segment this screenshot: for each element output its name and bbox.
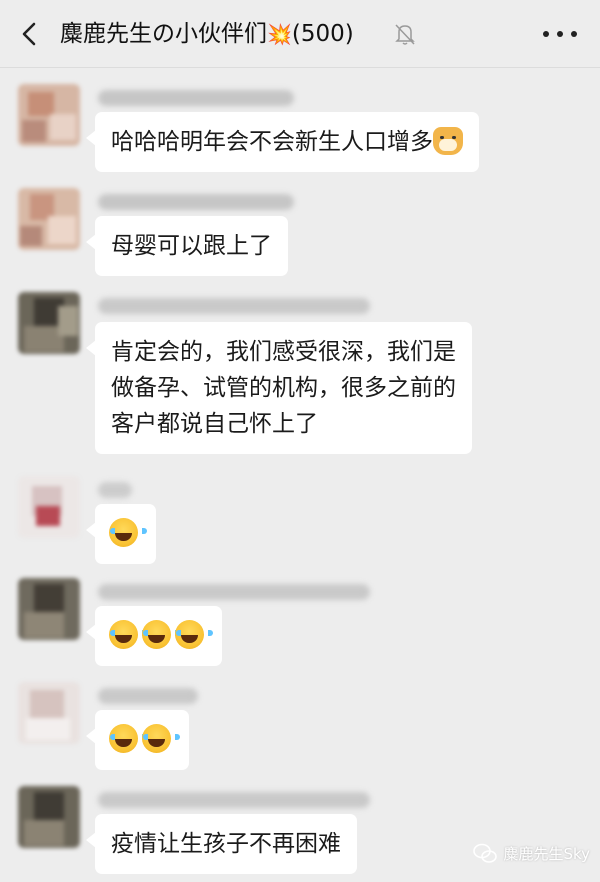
message-bubble[interactable]: 肯定会的，我们感受很深，我们是 做备孕、试管的机构，很多之前的 客户都说自己怀上… [86, 322, 472, 454]
wechat-icon [473, 843, 498, 863]
watermark-text: 麋鹿先生Sky [503, 845, 590, 863]
message-line: 客户都说自己怀上了 [111, 411, 318, 437]
laugh-cry-icon [109, 724, 147, 753]
explosion-emoji: 💥 [267, 22, 292, 46]
avatar[interactable] [18, 476, 80, 538]
avatar[interactable] [18, 682, 80, 744]
sender-name [98, 584, 370, 600]
avatar[interactable] [18, 292, 80, 354]
message-bubble[interactable] [86, 606, 222, 666]
avatar[interactable] [18, 188, 80, 250]
group-name: 麋鹿先生の小伙伴们 [60, 21, 267, 47]
laugh-cry-icon [142, 620, 180, 649]
sender-name [98, 792, 370, 808]
chevron-left-icon[interactable] [16, 20, 44, 48]
message-bubble[interactable] [86, 504, 156, 564]
message-text: 疫情让生孩子不再困难 [111, 831, 341, 857]
chat-title: 麋鹿先生の小伙伴们💥(500) [60, 16, 354, 52]
sender-name [98, 194, 294, 210]
message-bubble[interactable]: 哈哈哈明年会不会新生人口增多 [86, 112, 479, 172]
chat-header: 麋鹿先生の小伙伴们💥(500) [0, 0, 600, 68]
member-count: (500) [291, 21, 354, 47]
message-bubble[interactable] [86, 710, 189, 770]
message-bubble[interactable]: 疫情让生孩子不再困难 [86, 814, 357, 874]
watermark: 麋鹿先生Sky [473, 840, 590, 868]
laugh-cry-icon [109, 518, 147, 547]
sender-name [98, 298, 370, 314]
message-line: 做备孕、试管的机构，很多之前的 [111, 375, 456, 401]
more-dots-icon[interactable] [540, 22, 580, 46]
laugh-cry-icon [142, 724, 180, 753]
message-line: 肯定会的，我们感受很深，我们是 [111, 339, 456, 365]
laugh-cry-icon [109, 620, 147, 649]
message-text: 母婴可以跟上了 [111, 233, 272, 259]
bell-muted-icon [395, 24, 415, 45]
laugh-cry-icon [175, 620, 213, 649]
avatar[interactable] [18, 578, 80, 640]
message-text: 哈哈哈明年会不会新生人口增多 [111, 129, 433, 155]
message-bubble[interactable]: 母婴可以跟上了 [86, 216, 288, 276]
avatar[interactable] [18, 786, 80, 848]
sender-name [98, 90, 294, 106]
sender-name [98, 688, 198, 704]
avatar[interactable] [18, 84, 80, 146]
sender-name [98, 482, 132, 498]
doge-icon [433, 127, 463, 155]
